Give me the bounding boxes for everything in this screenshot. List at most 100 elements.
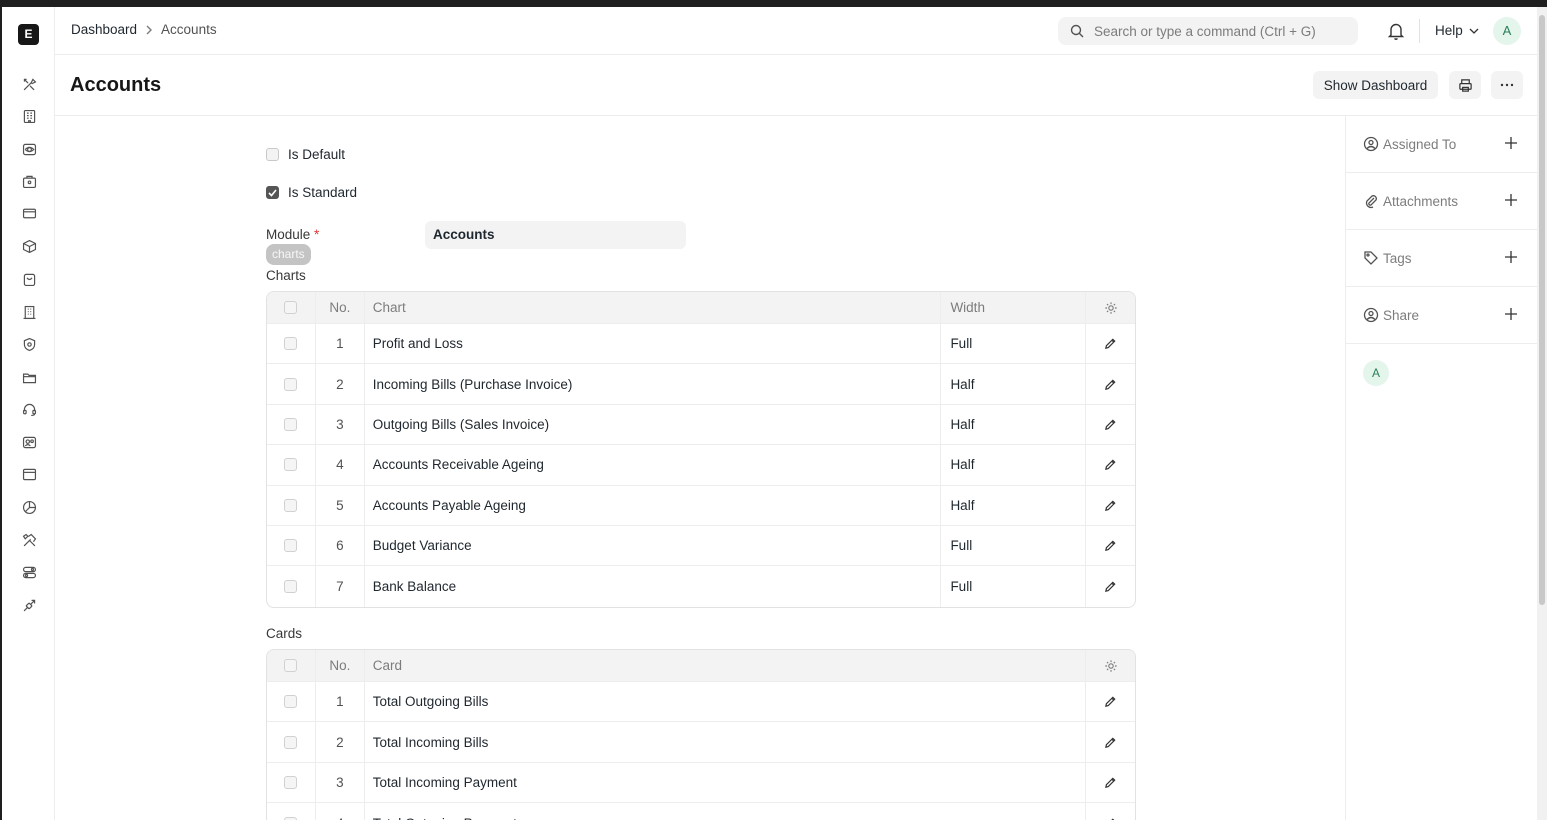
- show-dashboard-button[interactable]: Show Dashboard: [1313, 71, 1438, 99]
- table-row[interactable]: 3 Outgoing Bills (Sales Invoice) Half: [267, 404, 1135, 446]
- edit-pencil-icon[interactable]: [1086, 324, 1135, 363]
- print-button[interactable]: [1449, 71, 1481, 99]
- is-standard-field[interactable]: Is Standard: [266, 185, 357, 200]
- row-checkbox[interactable]: [284, 498, 298, 512]
- pie-chart-icon[interactable]: [19, 497, 39, 517]
- row-checkbox[interactable]: [284, 377, 298, 391]
- row-checkbox[interactable]: [284, 337, 298, 351]
- row-card[interactable]: Total Outgoing Payment: [365, 803, 1087, 820]
- building-icon[interactable]: [19, 106, 39, 126]
- row-chart[interactable]: Budget Variance: [365, 525, 942, 566]
- users-icon[interactable]: [19, 432, 39, 452]
- row-chart[interactable]: Bank Balance: [365, 566, 942, 607]
- row-checkbox[interactable]: [284, 539, 298, 553]
- help-dropdown[interactable]: Help: [1435, 23, 1479, 38]
- hammer-wrench-icon[interactable]: [19, 530, 39, 550]
- edit-pencil-icon[interactable]: [1086, 763, 1135, 802]
- table-row[interactable]: 4Total Outgoing Payment: [267, 803, 1135, 820]
- office-building-icon[interactable]: [19, 302, 39, 322]
- row-card[interactable]: Total Incoming Payment: [365, 762, 1087, 803]
- app-logo[interactable]: E: [18, 24, 39, 45]
- cube-icon[interactable]: [19, 236, 39, 256]
- add-attachment-plus-icon[interactable]: [1504, 193, 1518, 207]
- is-default-checkbox[interactable]: [266, 148, 279, 161]
- shopping-bag-icon[interactable]: [19, 269, 39, 289]
- user-assign-icon: [1363, 136, 1379, 152]
- table-row[interactable]: 2 Incoming Bills (Purchase Invoice) Half: [267, 364, 1135, 405]
- row-card[interactable]: Total Incoming Bills: [365, 722, 1087, 762]
- row-width[interactable]: Full: [941, 324, 1087, 364]
- select-all-checkbox[interactable]: [284, 301, 298, 314]
- edit-pencil-icon[interactable]: [1086, 364, 1135, 403]
- briefcase-icon[interactable]: [19, 171, 39, 191]
- row-width[interactable]: Full: [941, 525, 1087, 566]
- search-input[interactable]: [1094, 23, 1344, 39]
- is-standard-checkbox[interactable]: [266, 186, 279, 199]
- eye-box-icon[interactable]: [19, 139, 39, 159]
- row-chart[interactable]: Profit and Loss: [365, 324, 942, 364]
- more-actions-button[interactable]: [1491, 71, 1523, 99]
- row-checkbox[interactable]: [284, 735, 298, 749]
- edit-pencil-icon[interactable]: [1086, 682, 1135, 721]
- user-avatar[interactable]: A: [1493, 17, 1521, 45]
- is-default-field[interactable]: Is Default: [266, 147, 345, 162]
- tools-icon[interactable]: [19, 74, 39, 94]
- browser-window-icon[interactable]: [19, 464, 39, 484]
- toggles-icon[interactable]: [19, 562, 39, 582]
- chevron-right-icon: [145, 25, 153, 35]
- row-checkbox[interactable]: [284, 458, 298, 472]
- shield-icon[interactable]: [19, 334, 39, 354]
- tags-label: Tags: [1383, 251, 1412, 266]
- row-width[interactable]: Full: [941, 566, 1087, 607]
- row-width[interactable]: Half: [941, 445, 1087, 485]
- card-icon[interactable]: [19, 203, 39, 223]
- table-row[interactable]: 1 Total Outgoing Bills: [267, 682, 1135, 723]
- viewer-avatar[interactable]: A: [1363, 360, 1389, 386]
- edit-pencil-icon[interactable]: [1086, 486, 1135, 525]
- breadcrumb-accounts-link[interactable]: Accounts: [161, 22, 217, 37]
- row-chart[interactable]: Incoming Bills (Purchase Invoice): [365, 364, 942, 404]
- folder-icon[interactable]: [19, 367, 39, 387]
- settings-gear-icon[interactable]: [1086, 650, 1135, 681]
- row-card[interactable]: Total Outgoing Bills: [365, 682, 1087, 722]
- row-chart[interactable]: Accounts Payable Ageing: [365, 485, 942, 525]
- row-chart[interactable]: Outgoing Bills (Sales Invoice): [365, 404, 942, 445]
- row-checkbox[interactable]: [284, 695, 298, 709]
- table-row[interactable]: 5 Accounts Payable Ageing Half: [267, 485, 1135, 526]
- table-row[interactable]: 6 Budget Variance Full: [267, 525, 1135, 567]
- column-width: Width: [941, 292, 1087, 323]
- breadcrumb-dashboard-link[interactable]: Dashboard: [71, 22, 137, 37]
- edit-pencil-icon[interactable]: [1086, 722, 1135, 761]
- headset-icon[interactable]: [19, 399, 39, 419]
- search-bar[interactable]: [1058, 17, 1358, 45]
- bell-icon[interactable]: [1387, 21, 1405, 44]
- select-all-checkbox[interactable]: [284, 659, 298, 672]
- row-width[interactable]: Half: [941, 485, 1087, 525]
- table-row[interactable]: 7 Bank Balance Full: [267, 566, 1135, 607]
- table-row[interactable]: 1 Profit and Loss Full: [267, 324, 1135, 365]
- row-number: 2: [316, 364, 365, 404]
- row-checkbox[interactable]: [284, 775, 298, 789]
- table-row[interactable]: 3 Total Incoming Payment: [267, 762, 1135, 804]
- add-assignee-plus-icon[interactable]: [1504, 136, 1518, 150]
- edit-pencil-icon[interactable]: [1086, 445, 1135, 484]
- page-scrollbar[interactable]: [1537, 7, 1547, 820]
- scrollbar-thumb[interactable]: [1539, 15, 1545, 605]
- row-checkbox[interactable]: [284, 417, 298, 431]
- integration-icon[interactable]: [19, 595, 39, 615]
- edit-pencil-icon[interactable]: [1086, 566, 1135, 606]
- row-width[interactable]: Half: [941, 364, 1087, 404]
- add-share-plus-icon[interactable]: [1504, 307, 1518, 321]
- settings-gear-icon[interactable]: [1086, 292, 1135, 323]
- table-row[interactable]: 2 Total Incoming Bills: [267, 722, 1135, 763]
- row-chart[interactable]: Accounts Receivable Ageing: [365, 445, 942, 485]
- edit-pencil-icon[interactable]: [1086, 526, 1135, 565]
- module-field[interactable]: Accounts: [425, 221, 686, 249]
- edit-pencil-icon[interactable]: [1086, 405, 1135, 444]
- table-row[interactable]: 4 Accounts Receivable Ageing Half: [267, 445, 1135, 486]
- edit-pencil-icon[interactable]: [1086, 803, 1135, 820]
- add-tag-plus-icon[interactable]: [1504, 250, 1518, 264]
- paperclip-icon: [1365, 195, 1377, 209]
- row-width[interactable]: Half: [941, 404, 1087, 445]
- row-checkbox[interactable]: [284, 580, 298, 594]
